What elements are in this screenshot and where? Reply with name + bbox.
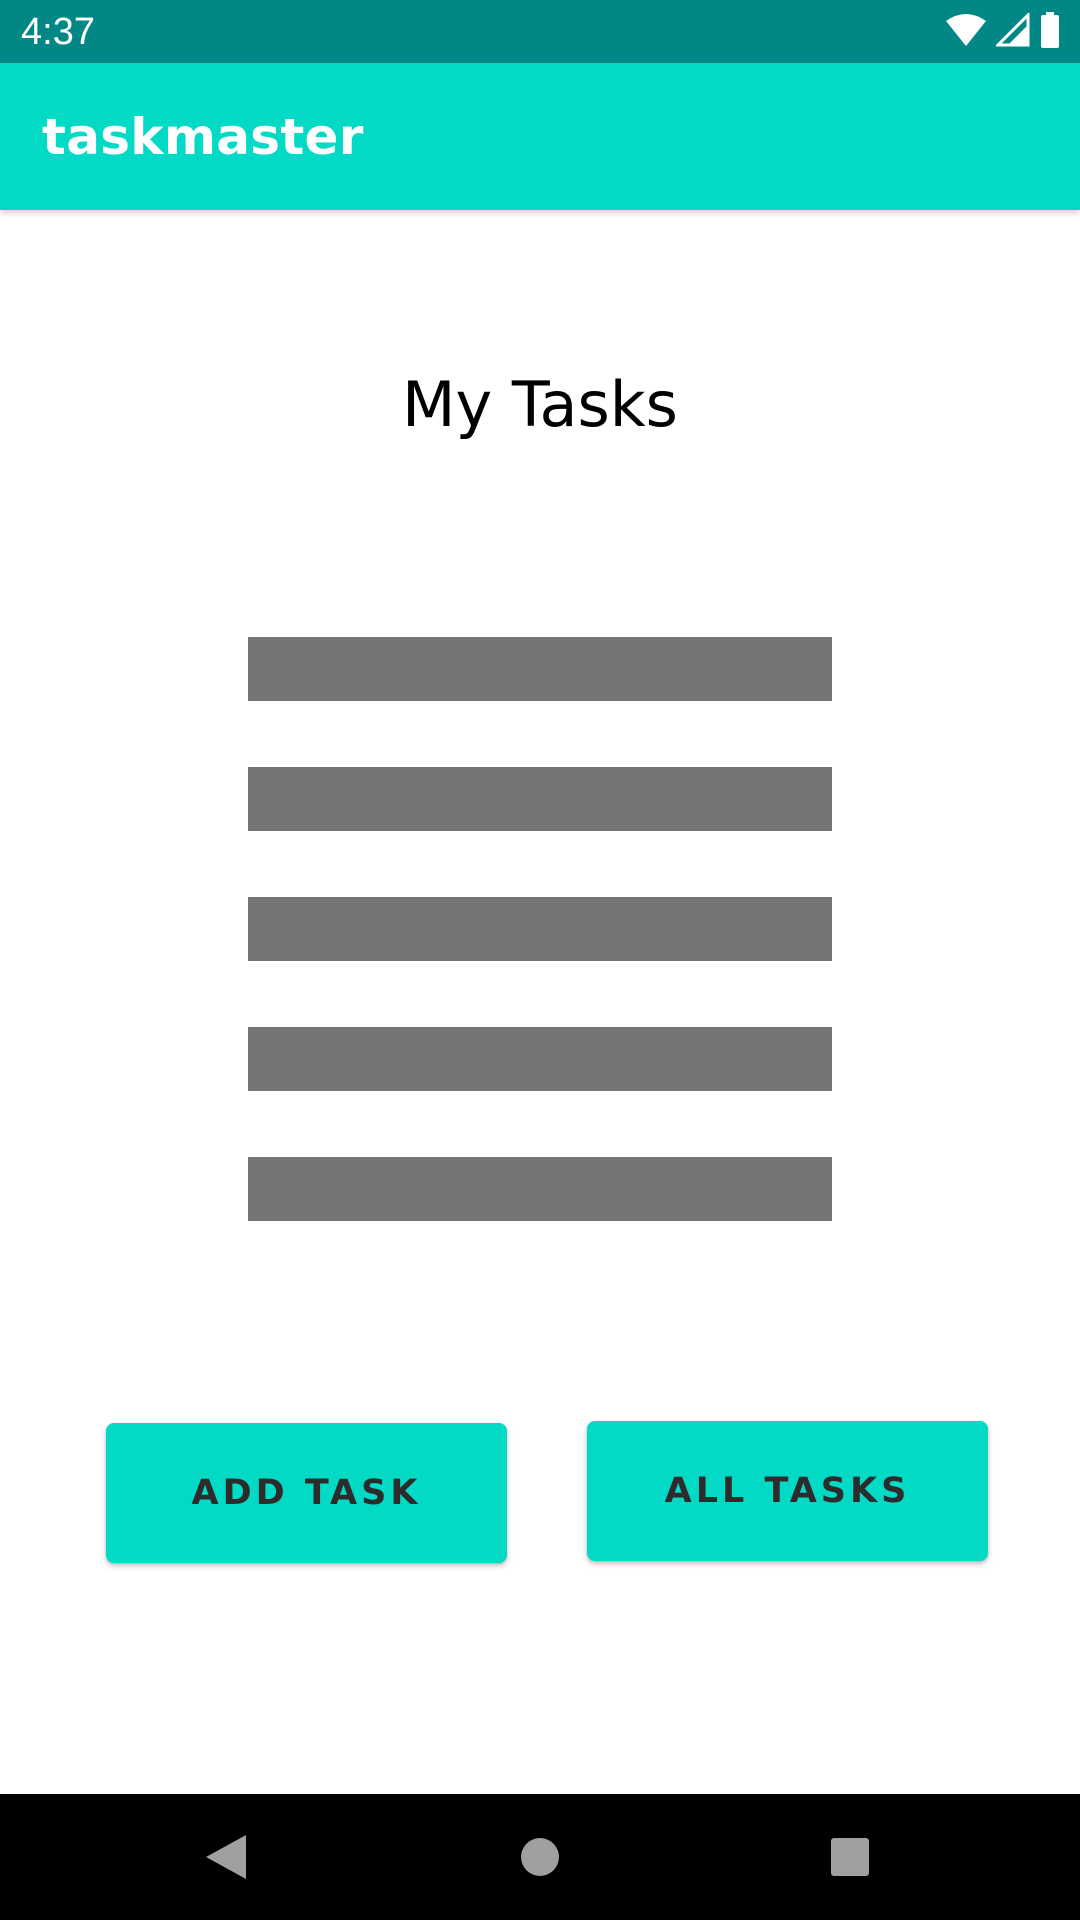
status-bar: 4:37 (0, 0, 1080, 63)
page-title: My Tasks (401, 368, 678, 441)
app-bar: taskmaster (0, 63, 1080, 210)
screen: 4:37 taskmaster My Tasks ADD TASK ALL TA… (0, 0, 1080, 1920)
task-placeholder-1 (248, 637, 832, 701)
battery-icon (1040, 12, 1060, 48)
task-placeholder-3 (248, 897, 832, 961)
app-title: taskmaster (42, 108, 364, 166)
signal-icon (996, 13, 1030, 47)
task-placeholder-2 (248, 767, 832, 831)
add-task-label: ADD TASK (191, 1473, 422, 1513)
recents-button[interactable] (770, 1794, 930, 1920)
task-placeholder-4 (248, 1027, 832, 1091)
back-icon (206, 1835, 246, 1879)
all-tasks-button[interactable]: ALL TASKS (587, 1421, 988, 1561)
navigation-bar (0, 1794, 1080, 1920)
recents-icon (831, 1838, 869, 1876)
all-tasks-label: ALL TASKS (664, 1471, 911, 1511)
task-placeholder-5 (248, 1157, 832, 1221)
add-task-button[interactable]: ADD TASK (106, 1423, 507, 1563)
home-icon (521, 1838, 559, 1876)
status-icons (946, 12, 1060, 48)
back-button[interactable] (146, 1794, 306, 1920)
status-time: 4:37 (21, 11, 95, 53)
wifi-icon (946, 13, 986, 47)
home-button[interactable] (460, 1794, 620, 1920)
